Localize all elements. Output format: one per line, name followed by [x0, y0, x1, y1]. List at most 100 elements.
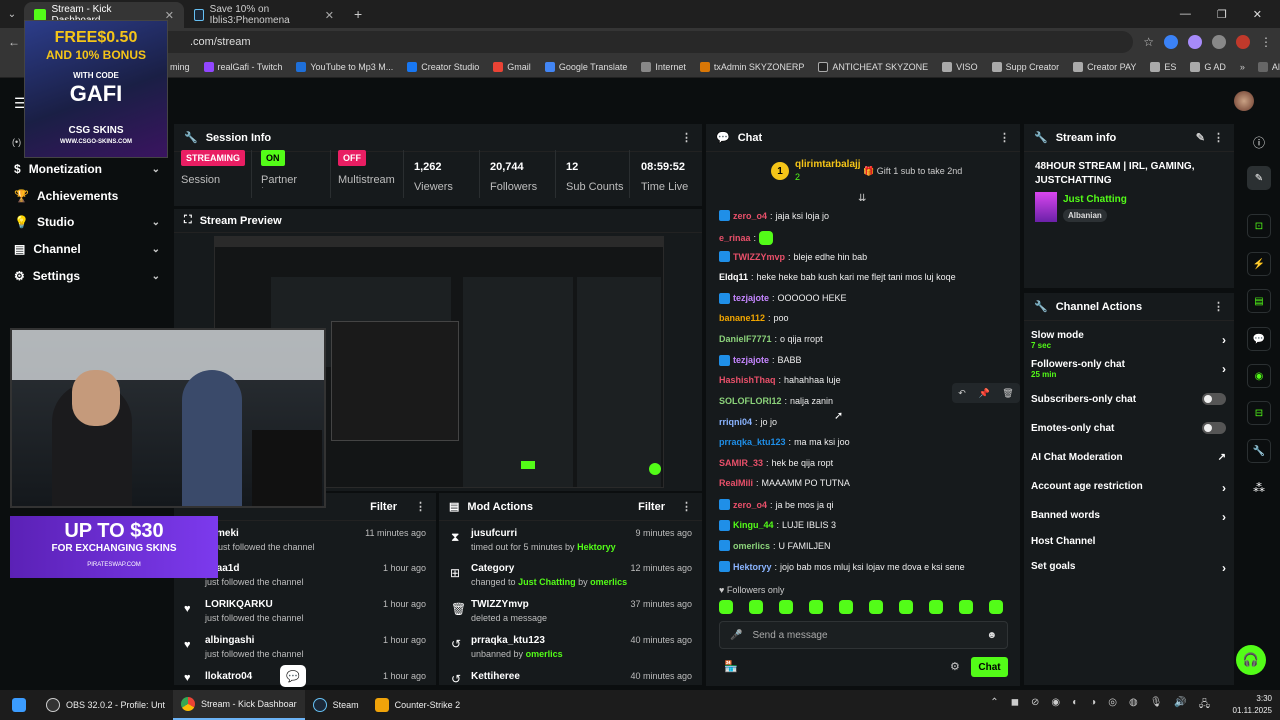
microphone-icon[interactable]: 🎤	[730, 630, 742, 641]
chat-rail-icon[interactable]: 💬	[1247, 327, 1271, 351]
account-age-item[interactable]: Account age restriction ›	[1031, 481, 1226, 495]
more-options-icon[interactable]: ⋮	[999, 131, 1010, 144]
emoji-picker-icon[interactable]: ☻	[986, 630, 997, 641]
close-icon[interactable]: ✕	[325, 9, 334, 22]
support-headset-icon[interactable]: 🎧	[1236, 645, 1266, 675]
restore-icon[interactable]: ❐	[1217, 8, 1227, 21]
tray-app-icon[interactable]: ◑	[1090, 697, 1096, 714]
bookmark-item[interactable]: Supp Creator	[991, 61, 1059, 72]
more-options-icon[interactable]: ⋮	[681, 500, 692, 513]
more-options-icon[interactable]: ⋮	[1213, 300, 1224, 313]
chat-username[interactable]: SOLOFLORI12	[719, 396, 782, 406]
emote-icon[interactable]	[899, 600, 913, 614]
back-icon[interactable]: ←	[8, 35, 20, 49]
sidebar-item-studio[interactable]: 💡 Studio ⌄	[14, 215, 160, 229]
pin-icon[interactable]: 📌	[978, 388, 989, 399]
bookmark-item[interactable]: Creator Studio	[407, 61, 479, 72]
send-message-input[interactable]: 🎤 Send a message ☻	[719, 621, 1008, 649]
bookmark-item[interactable]: Gmail	[493, 61, 531, 72]
chat-username[interactable]: rriqni04	[719, 417, 752, 427]
more-options-icon[interactable]: ⋮	[415, 500, 426, 513]
more-options-icon[interactable]: ⋮	[1213, 131, 1224, 144]
chat-username[interactable]: RealMili	[719, 478, 753, 488]
system-clock[interactable]: 3:30 01.11.2025	[1233, 693, 1272, 717]
activity-user[interactable]: meki	[216, 528, 315, 539]
network-icon[interactable]: 🖧	[1199, 697, 1210, 714]
bookmark-item[interactable]: ming	[170, 62, 190, 72]
emote-icon[interactable]	[929, 600, 943, 614]
mod-action-user[interactable]: TWIZZYmvp	[471, 599, 547, 610]
bookmark-item[interactable]: VISO	[942, 61, 978, 72]
activity-user[interactable]: llokatro04	[205, 671, 252, 682]
taskbar-cs2[interactable]: Counter-Strike 2	[367, 690, 469, 720]
taskbar-chrome[interactable]: Stream - Kick Dashboar	[173, 690, 305, 720]
emotes-only-toggle[interactable]	[1202, 422, 1226, 434]
chat-username[interactable]: SAMIR_33	[719, 458, 763, 468]
tools-icon[interactable]: 🔧	[1247, 439, 1271, 463]
sidebar-item-settings[interactable]: ⚙ Settings ⌄	[14, 269, 160, 283]
sidebar-item-achievements[interactable]: 🏆 Achievements	[14, 189, 160, 203]
close-window-icon[interactable]: ✕	[1253, 8, 1262, 21]
sidebar-item-channel[interactable]: ▤ Channel ⌄	[14, 242, 160, 256]
bookmark-star-icon[interactable]: ☆	[1143, 35, 1154, 49]
moderator-name[interactable]: omerlics	[590, 577, 627, 587]
all-bookmarks[interactable]: » All Bookmarks	[1240, 61, 1280, 72]
chat-username[interactable]: zero_o4	[733, 500, 767, 510]
chat-username[interactable]: tezjajote	[733, 293, 769, 303]
start-button[interactable]	[0, 690, 38, 720]
category-name[interactable]: Just Chatting	[518, 577, 576, 587]
tab-steam-sale[interactable]: Save 10% on Iblis3:Phenomena ✕	[184, 2, 344, 28]
bookmark-item[interactable]: G AD	[1190, 61, 1226, 72]
lightning-icon[interactable]: ⚡	[1247, 252, 1271, 276]
delete-icon[interactable]: 🗑	[1002, 388, 1013, 399]
microphone-icon[interactable]: 🎙	[1150, 697, 1163, 714]
ai-moderation-item[interactable]: AI Chat Moderation ↗	[1031, 452, 1226, 463]
pinned-expand-icon[interactable]: ⇊	[858, 193, 866, 204]
filter-button[interactable]: Filter	[638, 501, 665, 513]
chat-username[interactable]: tezjajote	[733, 355, 769, 365]
discord-icon[interactable]: ◉	[1051, 697, 1060, 714]
chat-username[interactable]: DanielF7771	[719, 334, 772, 344]
emote-icon[interactable]	[749, 600, 763, 614]
emote-icon[interactable]	[839, 600, 853, 614]
banned-words-item[interactable]: Banned words ›	[1031, 510, 1226, 524]
tray-app-icon[interactable]: ⊘	[1031, 697, 1039, 714]
bookmark-item[interactable]: realGafi - Twitch	[203, 61, 282, 72]
mod-action-user[interactable]: prraqka_ktu123	[471, 635, 563, 646]
subscribers-only-toggle[interactable]	[1202, 393, 1226, 405]
minimize-icon[interactable]: —	[1180, 8, 1191, 21]
layout-icon[interactable]: ⊟	[1247, 401, 1271, 425]
tray-app-icon[interactable]: ◍	[1129, 697, 1138, 714]
chat-username[interactable]: zero_o4	[733, 211, 767, 221]
steam-tray-icon[interactable]: ◎	[1108, 697, 1117, 714]
slow-mode-item[interactable]: Slow mode 7 sec ›	[1031, 330, 1226, 350]
chat-settings-icon[interactable]: ⚙	[950, 660, 960, 673]
collapse-icon[interactable]: (•)	[12, 137, 21, 147]
emote-icon[interactable]	[959, 600, 973, 614]
bookmark-item[interactable]: Creator PAY	[1073, 61, 1136, 72]
more-options-icon[interactable]: ⋮	[681, 131, 692, 144]
extension-icon[interactable]	[1164, 35, 1178, 49]
chat-username[interactable]: banane112	[719, 313, 765, 323]
url-field[interactable]: .com/stream	[30, 31, 1134, 53]
chat-username[interactable]: TWIZZYmvp	[733, 252, 785, 262]
tray-chevron-icon[interactable]: ⌃	[990, 697, 998, 714]
chat-username[interactable]: omerlics	[733, 541, 770, 551]
followers-only-item[interactable]: Followers-only chat 25 min ›	[1031, 359, 1226, 379]
filter-button[interactable]: Filter	[370, 501, 397, 513]
taskbar-steam[interactable]: Steam	[305, 690, 367, 720]
share-icon[interactable]: ⁂	[1253, 481, 1265, 495]
extensions-puzzle-icon[interactable]	[1212, 35, 1226, 49]
chat-username[interactable]: HashishThaq	[719, 375, 776, 385]
host-channel-item[interactable]: Host Channel	[1031, 536, 1226, 547]
mod-action-user[interactable]: Kettiheree	[471, 671, 520, 682]
profile-icon[interactable]	[1236, 35, 1250, 49]
browser-menu-icon[interactable]: ⋮	[1260, 35, 1272, 49]
chat-bubble-icon[interactable]: 💬	[280, 665, 306, 687]
mod-action-user[interactable]: jusufcurri	[471, 528, 616, 539]
new-tab-icon[interactable]: +	[344, 6, 372, 22]
chat-username[interactable]: Kingu_44	[733, 520, 774, 530]
gift-store-icon[interactable]: 🏪	[724, 660, 738, 673]
activity-user[interactable]: albingashi	[205, 635, 304, 646]
chat-username[interactable]: prraqka_ktu123	[719, 437, 786, 447]
